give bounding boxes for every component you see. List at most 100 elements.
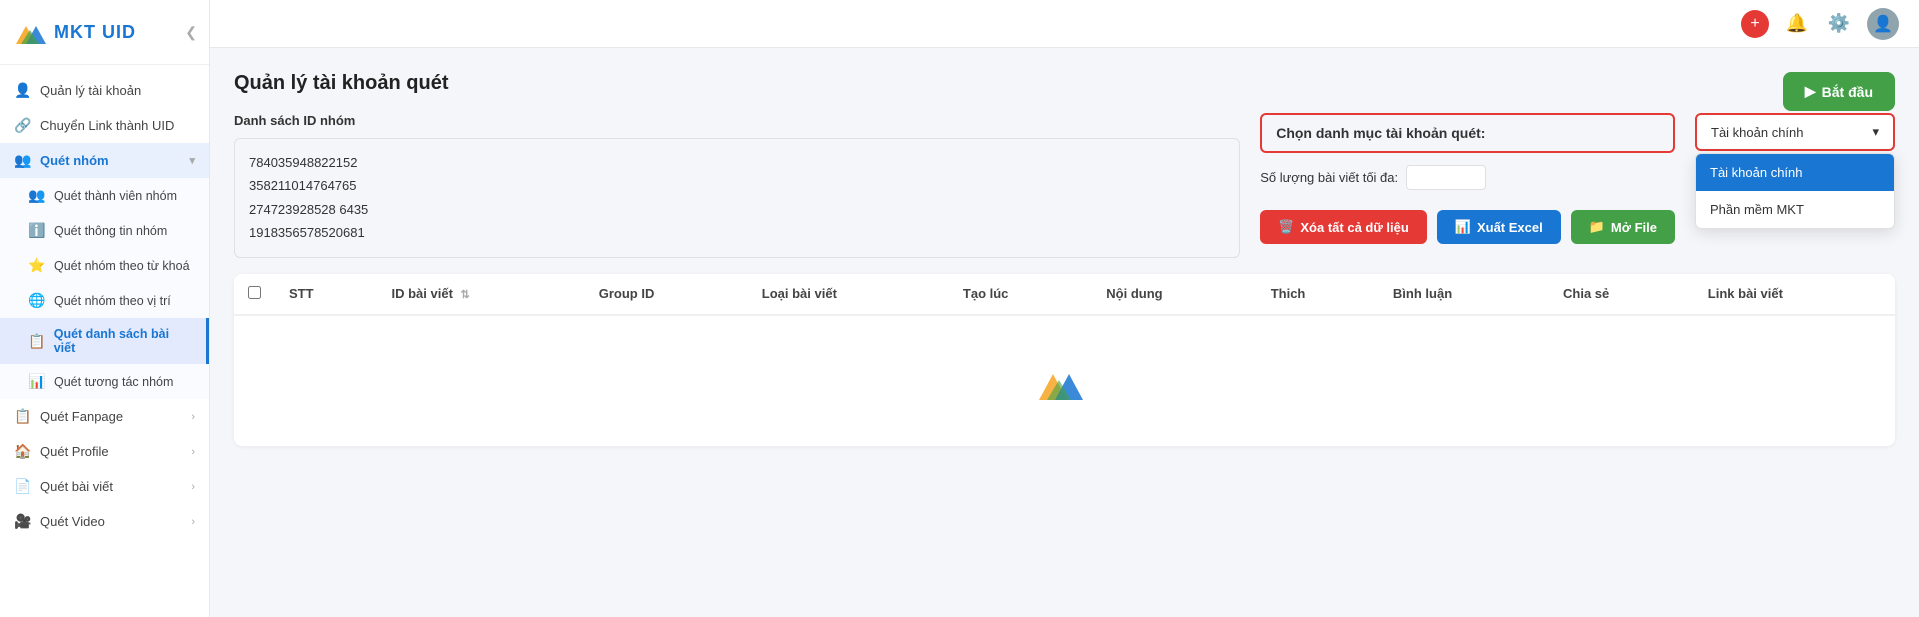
members-icon: 👥 [28, 187, 46, 204]
max-posts-label: Số lượng bài viết tối đa: [1260, 170, 1398, 185]
sidebar-label-quet-thanh-vien-nhom: Quét thành viên nhóm [54, 189, 177, 203]
account-dropdown[interactable]: Tài khoản chính ▾ [1695, 113, 1895, 151]
select-category-label: Chọn danh mục tài khoản quét: [1260, 113, 1675, 153]
col-noi-dung: Nội dung [1092, 274, 1256, 315]
dropdown-option-phan-mem-mkt[interactable]: Phần mềm MKT [1696, 191, 1894, 228]
col-id-bai-viet: ID bài viết ⇅ [378, 274, 585, 315]
sidebar-item-quet-tuong-tac-nhom[interactable]: 📊 Quét tương tác nhóm [0, 364, 209, 399]
sidebar-label-quet-nhom-vi-tri: Quét nhóm theo vị trí [54, 294, 171, 308]
data-table-wrapper: STT ID bài viết ⇅ Group ID Loại bài viết… [234, 274, 1895, 446]
col-stt: STT [275, 274, 378, 315]
file-icon: 📁 [1589, 219, 1605, 235]
trash-icon: 🗑️ [1278, 219, 1294, 235]
sidebar-item-chuyen-link-uid[interactable]: 🔗 Chuyển Link thành UID [0, 108, 209, 143]
sidebar-item-quet-nhom-tu-khoa[interactable]: ⭐ Quét nhóm theo từ khoá [0, 248, 209, 283]
page-content: Quản lý tài khoản quét ▶ Bắt đầu Danh sá… [210, 48, 1919, 617]
controls-row: Danh sách ID nhóm 784035948822152 358211… [234, 113, 1895, 258]
group-ids-box[interactable]: 784035948822152 358211014764765 27472392… [234, 138, 1240, 258]
section-label: Danh sách ID nhóm [234, 113, 1240, 128]
sidebar-label-quet-video: Quét Video [40, 514, 105, 529]
sidebar-navigation: 👤 Quản lý tài khoản 🔗 Chuyển Link thành … [0, 65, 209, 617]
chart-icon: 📊 [28, 373, 46, 390]
sidebar-label-quet-nhom-tu-khoa: Quét nhóm theo từ khoá [54, 259, 190, 273]
info-icon: ℹ️ [28, 222, 46, 239]
notification-bell-icon[interactable]: 🔔 [1783, 10, 1811, 38]
chevron-down-icon-dropdown: ▾ [1872, 124, 1879, 140]
open-file-button[interactable]: 📁 Mở File [1571, 210, 1675, 244]
right-panel: Chọn danh mục tài khoản quét: Số lượng b… [1260, 113, 1675, 244]
col-tao-luc: Tạo lúc [949, 274, 1092, 315]
group-id-line-1: 784035948822152 [249, 151, 1225, 174]
collapse-button[interactable]: ❮ [185, 24, 197, 41]
chevron-right-icon-4: › [191, 516, 195, 528]
sidebar-label-quet-bai-viet: Quét bài viết [40, 479, 113, 494]
logo-text: MKT UID [54, 22, 136, 43]
chevron-right-icon-3: › [191, 481, 195, 493]
dropdown-option-tai-khoan-chinh[interactable]: Tài khoản chính [1696, 154, 1894, 191]
post-icon: 📄 [14, 478, 32, 495]
sidebar-item-quet-video[interactable]: 🎥 Quét Video › [0, 504, 209, 539]
dropdown-menu: Tài khoản chính Phần mềm MKT [1695, 153, 1895, 229]
group-id-line-2: 358211014764765 [249, 174, 1225, 197]
excel-icon: 📊 [1455, 219, 1471, 235]
sidebar-label-quet-fanpage: Quét Fanpage [40, 409, 123, 424]
profile-icon: 🏠 [14, 443, 32, 460]
sidebar-item-quet-thong-tin-nhom[interactable]: ℹ️ Quét thông tin nhóm [0, 213, 209, 248]
sidebar-item-quet-bai-viet[interactable]: 📄 Quét bài viết › [0, 469, 209, 504]
plus-badge-button[interactable]: + [1741, 10, 1769, 38]
empty-state [234, 316, 1895, 446]
sidebar-item-quet-nhom[interactable]: 👥 Quét nhóm ▾ [0, 143, 209, 178]
group-ids-section: Danh sách ID nhóm 784035948822152 358211… [234, 113, 1240, 258]
play-icon: ▶ [1805, 83, 1816, 100]
group-id-line-3: 274723928528 6435 [249, 198, 1225, 221]
video-icon: 🎥 [14, 513, 32, 530]
export-excel-button[interactable]: 📊 Xuất Excel [1437, 210, 1561, 244]
page-title: Quản lý tài khoản quét [234, 72, 1895, 95]
col-loai-bai-viet: Loại bài viết [748, 274, 949, 315]
sidebar-item-quet-profile[interactable]: 🏠 Quét Profile › [0, 434, 209, 469]
sidebar-label-quet-danh-sach-bai-viet: Quét danh sách bài viết [54, 327, 192, 355]
settings-icon[interactable]: ⚙️ [1825, 10, 1853, 38]
sidebar-item-quan-ly-tai-khoan[interactable]: 👤 Quản lý tài khoản [0, 73, 209, 108]
max-posts-input[interactable] [1406, 165, 1486, 190]
group-icon: 👥 [14, 152, 32, 169]
globe-icon: 🌐 [28, 292, 46, 309]
empty-logo-icon [1035, 356, 1095, 406]
account-dropdown-wrapper: Tài khoản chính ▾ Tài khoản chính Phần m… [1695, 113, 1895, 151]
avatar[interactable]: 👤 [1867, 8, 1899, 40]
select-all-checkbox[interactable] [248, 286, 261, 299]
sidebar-label-quet-tuong-tac-nhom: Quét tương tác nhóm [54, 375, 173, 389]
link-icon: 🔗 [14, 117, 32, 134]
sidebar-label-quet-profile: Quét Profile [40, 444, 109, 459]
sidebar-item-quet-thanh-vien-nhom[interactable]: 👥 Quét thành viên nhóm [0, 178, 209, 213]
group-id-line-4: 1918356578520681 [249, 221, 1225, 244]
action-buttons: 🗑️ Xóa tất cả dữ liệu 📊 Xuất Excel 📁 Mở … [1260, 210, 1675, 244]
chevron-down-icon: ▾ [189, 154, 195, 167]
col-link-bai-viet: Link bài viết [1694, 274, 1895, 315]
sidebar-label-quet-thong-tin-nhom: Quét thông tin nhóm [54, 224, 167, 238]
data-table: STT ID bài viết ⇅ Group ID Loại bài viết… [234, 274, 1895, 316]
sidebar-logo: MKT UID ❮ [0, 0, 209, 65]
sort-icon-id-bai-viet[interactable]: ⇅ [461, 289, 470, 301]
sidebar-item-quet-nhom-vi-tri[interactable]: 🌐 Quét nhóm theo vị trí [0, 283, 209, 318]
col-group-id: Group ID [585, 274, 748, 315]
sidebar-label-chuyen-link-uid: Chuyển Link thành UID [40, 118, 174, 133]
topbar: + 🔔 ⚙️ 👤 [210, 0, 1919, 48]
col-chia-se: Chia sẻ [1549, 274, 1694, 315]
sidebar-label-quet-nhom: Quét nhóm [40, 153, 109, 168]
sidebar-item-quet-fanpage[interactable]: 📋 Quét Fanpage › [0, 399, 209, 434]
chevron-right-icon-2: › [191, 446, 195, 458]
delete-all-button[interactable]: 🗑️ Xóa tất cả dữ liệu [1260, 210, 1427, 244]
logo-area: MKT UID [12, 14, 136, 50]
user-icon: 👤 [14, 82, 32, 99]
max-posts-row: Số lượng bài viết tối đa: [1260, 165, 1675, 190]
col-thich: Thich [1257, 274, 1379, 315]
chevron-right-icon: › [191, 411, 195, 423]
main-area: + 🔔 ⚙️ 👤 Quản lý tài khoản quét ▶ Bắt đầ… [210, 0, 1919, 617]
star-icon: ⭐ [28, 257, 46, 274]
fanpage-icon: 📋 [14, 408, 32, 425]
start-button[interactable]: ▶ Bắt đầu [1783, 72, 1895, 111]
sidebar: MKT UID ❮ 👤 Quản lý tài khoản 🔗 Chuyển L… [0, 0, 210, 617]
list-icon: 📋 [28, 333, 46, 350]
sidebar-item-quet-danh-sach-bai-viet[interactable]: 📋 Quét danh sách bài viết [0, 318, 209, 364]
